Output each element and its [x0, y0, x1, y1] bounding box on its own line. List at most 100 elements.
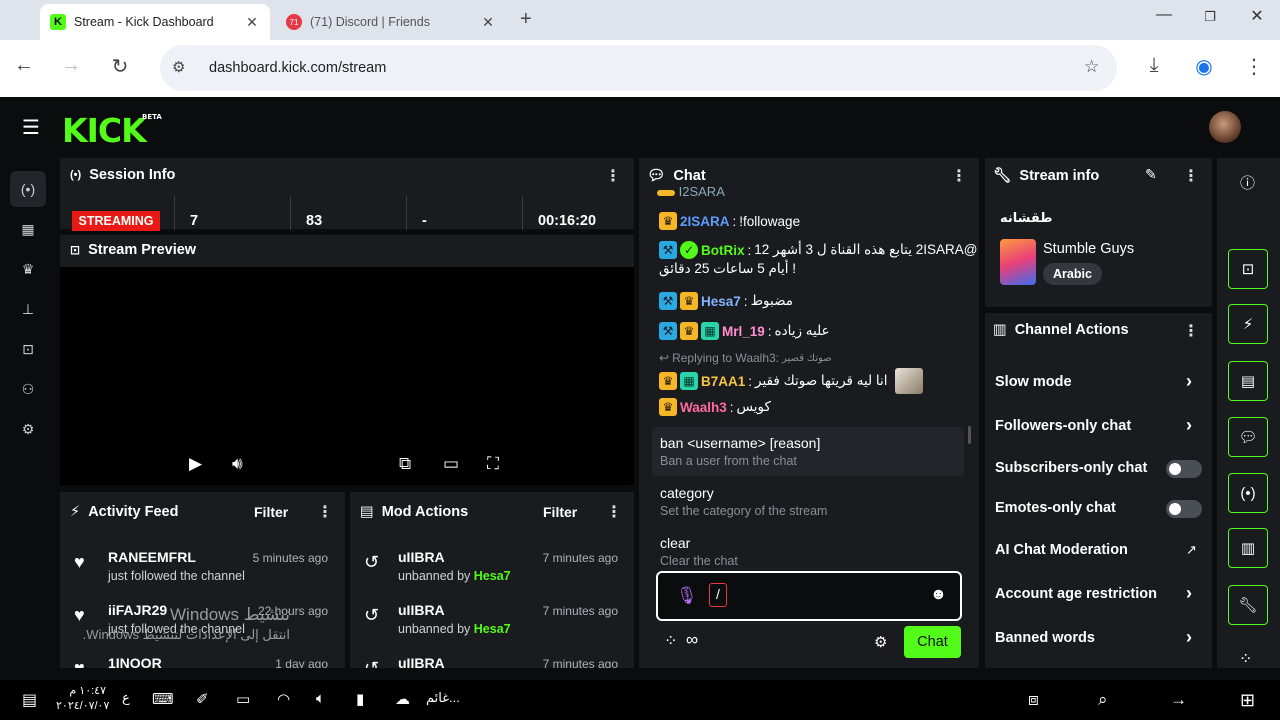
nav-community-icon[interactable]: ⊥	[10, 291, 46, 327]
command-ban[interactable]: ban <username> [reason] Ban a user from t…	[652, 427, 964, 476]
theater-icon[interactable]: ▭	[443, 454, 459, 474]
emoji-icon[interactable]: ☻	[930, 586, 947, 604]
forward-icon[interactable]: →	[57, 54, 85, 77]
chevron-right-icon[interactable]: ›	[1186, 627, 1192, 648]
keyboard-icon[interactable]: ⌨	[152, 690, 174, 708]
fullscreen-icon[interactable]: ⛶	[487, 454, 499, 474]
clock[interactable]: ١٠:٤٧ م ٢٠٢٤/٠٧/٠٧	[56, 684, 109, 714]
game-thumbnail[interactable]	[1000, 239, 1036, 285]
broadcast-icon: (•)	[70, 169, 82, 181]
chat-input[interactable]: 🎙︎ / ☻	[656, 571, 962, 621]
browser-menu-icon[interactable]: ⋮	[1240, 54, 1268, 79]
emotes-only-toggle[interactable]	[1166, 500, 1202, 518]
chat-settings-icon[interactable]: ⚙	[874, 633, 887, 651]
mod-filter-button[interactable]: Filter	[543, 504, 577, 520]
infinity-icon[interactable]: ∞	[686, 630, 698, 650]
nav-trophy-icon[interactable]: ♛	[10, 251, 46, 287]
tab-title: (71) Discord | Friends	[310, 15, 430, 29]
miniplayer-icon[interactable]: ⧉	[399, 454, 411, 474]
rail-clip-icon[interactable]: ⊡	[1228, 249, 1268, 289]
edit-pencil-icon[interactable]: ✎	[1145, 166, 1157, 183]
external-link-icon[interactable]: ↗	[1186, 542, 1197, 558]
ai-moderation-item[interactable]: AI Chat Moderation	[995, 542, 1205, 558]
bits-icon[interactable]: ⁘	[664, 631, 677, 651]
windows-start-icon[interactable]: ⊞	[1240, 690, 1255, 711]
restore-icon[interactable]: ❐	[1187, 9, 1233, 37]
command-clear[interactable]: clear Clear the chat	[652, 527, 964, 567]
download-icon[interactable]: ⤓	[1140, 54, 1168, 77]
nav-stream-icon[interactable]: (•)	[10, 171, 46, 207]
chevron-right-icon[interactable]: ›	[1186, 415, 1192, 436]
send-chat-button[interactable]: Chat	[904, 626, 961, 658]
rail-chat-icon[interactable]: 💬︎	[1228, 417, 1268, 457]
address-bar[interactable]: ⚙ dashboard.kick.com/stream ☆	[160, 45, 1117, 91]
session-menu-icon[interactable]: ⋮	[605, 166, 621, 186]
new-tab-icon[interactable]: +	[520, 8, 532, 31]
game-name[interactable]: Stumble Guys	[1043, 241, 1134, 257]
banned-words-item[interactable]: Banned words	[995, 630, 1205, 646]
video-player[interactable]	[60, 267, 634, 485]
reload-icon[interactable]: ↻	[106, 54, 134, 79]
battery-icon[interactable]: ▭	[236, 690, 250, 708]
microphone-tray-icon[interactable]: ▮	[356, 690, 364, 708]
close-tab-icon[interactable]: ✕	[244, 14, 260, 31]
slow-mode-item[interactable]: Slow mode	[995, 374, 1205, 390]
nav-settings-icon[interactable]: ⚙	[10, 411, 46, 447]
scrollbar[interactable]	[968, 426, 971, 444]
activity-menu-icon[interactable]: ⋮	[317, 502, 333, 522]
site-info-icon[interactable]: ⚙	[172, 58, 185, 76]
weather-text[interactable]: غائم...	[426, 690, 460, 706]
rail-actions-icon[interactable]: ▥	[1228, 528, 1268, 568]
pen-icon[interactable]: ✐	[196, 690, 209, 708]
account-age-item[interactable]: Account age restriction	[995, 586, 1205, 602]
volume-icon[interactable]: 🔊︎	[232, 454, 243, 474]
chat-message: ⚒ ✓ BotRix: @2ISARA يتابع هذه القناة ل 3…	[659, 241, 978, 259]
rail-wrench-icon[interactable]: 🔧︎	[1228, 585, 1268, 625]
hamburger-menu-icon[interactable]: ☰	[22, 115, 40, 140]
notifications-icon[interactable]: ▤	[22, 690, 37, 710]
arrow-icon[interactable]: →	[1170, 690, 1187, 710]
command-category[interactable]: category Set the category of the stream	[652, 477, 964, 526]
chevron-right-icon[interactable]: ›	[1186, 371, 1192, 392]
activity-filter-button[interactable]: Filter	[254, 504, 288, 520]
back-icon[interactable]: ←	[10, 54, 38, 77]
volume-tray-icon[interactable]: 🔈︎	[316, 690, 325, 707]
rail-more-icon[interactable]: ⁘	[1239, 649, 1252, 669]
close-window-icon[interactable]: ✕	[1234, 6, 1280, 34]
bookmark-star-icon[interactable]: ☆	[1084, 57, 1099, 77]
language-indicator[interactable]: ع	[122, 690, 130, 706]
info-icon[interactable]: ⓘ	[1240, 172, 1255, 193]
microphone-icon[interactable]: 🎙︎	[676, 586, 698, 606]
chevron-right-icon[interactable]: ›	[1186, 583, 1192, 604]
task-view-icon[interactable]: ⧈	[1028, 690, 1039, 710]
url-text[interactable]: dashboard.kick.com/stream	[209, 60, 386, 76]
weather-icon[interactable]: ☁	[395, 690, 410, 708]
nav-analytics-icon[interactable]: ▦	[10, 211, 46, 247]
rail-bolt-icon[interactable]: ⚡︎	[1228, 304, 1268, 344]
nav-clips-icon[interactable]: ⊡	[10, 331, 46, 367]
rail-log-icon[interactable]: ▤	[1228, 361, 1268, 401]
mod-menu-icon[interactable]: ⋮	[606, 502, 622, 522]
close-tab-icon[interactable]: ✕	[480, 14, 496, 31]
followers-only-item[interactable]: Followers-only chat	[995, 418, 1205, 434]
bolt-icon: ⚡︎	[70, 504, 81, 520]
rail-broadcast-icon[interactable]: (•)	[1228, 473, 1268, 513]
chat-input-text[interactable]: /	[709, 583, 727, 607]
avatar[interactable]	[1209, 111, 1241, 143]
preview-icon: ⊡	[70, 243, 81, 257]
tab-kick-dashboard[interactable]: K Stream - Kick Dashboard ✕	[40, 4, 270, 40]
nav-users-icon[interactable]: ⚇	[10, 371, 46, 407]
search-icon[interactable]: ⌕	[1098, 690, 1108, 710]
crown-badge-icon: ♛	[659, 372, 677, 390]
kick-logo[interactable]: KICK BETA	[62, 111, 162, 150]
tab-discord[interactable]: 71 (71) Discord | Friends ✕	[276, 4, 506, 40]
subscribers-only-toggle[interactable]	[1166, 460, 1202, 478]
minimize-icon[interactable]: —	[1141, 6, 1187, 34]
crown-badge-icon: ♛	[680, 292, 698, 310]
channel-actions-menu-icon[interactable]: ⋮	[1183, 321, 1199, 341]
stream-info-menu-icon[interactable]: ⋮	[1183, 166, 1199, 186]
profile-icon[interactable]: ◉	[1190, 54, 1218, 79]
play-icon[interactable]: ▶	[189, 454, 202, 474]
chat-menu-icon[interactable]: ⋮	[951, 166, 967, 186]
wifi-icon[interactable]: ◠	[277, 690, 290, 708]
